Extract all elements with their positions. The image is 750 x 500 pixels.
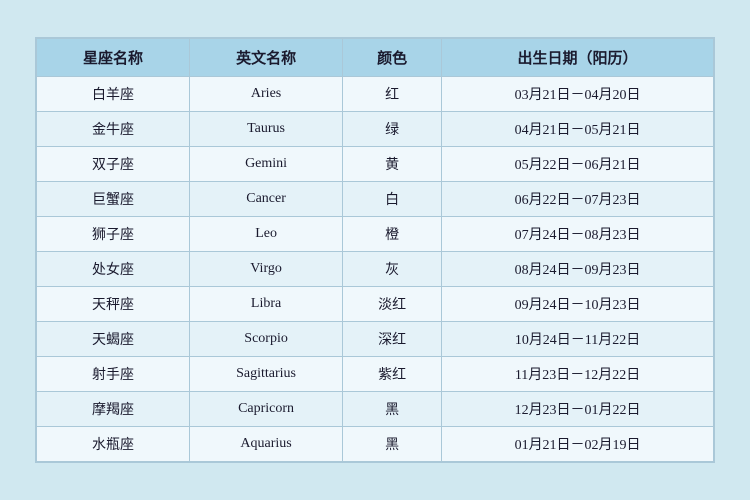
cell-color: 白 [343,182,442,217]
cell-chinese-name: 金牛座 [37,112,190,147]
cell-chinese-name: 白羊座 [37,77,190,112]
cell-color: 红 [343,77,442,112]
cell-birthdate: 03月21日－04月20日 [442,77,714,112]
cell-chinese-name: 双子座 [37,147,190,182]
table-body: 白羊座Aries红03月21日－04月20日金牛座Taurus绿04月21日－0… [37,77,714,462]
cell-color: 黄 [343,147,442,182]
zodiac-table-container: 星座名称 英文名称 颜色 出生日期（阳历） 白羊座Aries红03月21日－04… [35,37,715,463]
cell-english-name: Taurus [190,112,343,147]
cell-color: 绿 [343,112,442,147]
cell-chinese-name: 巨蟹座 [37,182,190,217]
table-row: 狮子座Leo橙07月24日－08月23日 [37,217,714,252]
table-row: 天秤座Libra淡红09月24日－10月23日 [37,287,714,322]
header-chinese-name: 星座名称 [37,39,190,77]
cell-english-name: Scorpio [190,322,343,357]
cell-color: 深红 [343,322,442,357]
cell-english-name: Gemini [190,147,343,182]
cell-english-name: Aries [190,77,343,112]
table-row: 双子座Gemini黄05月22日－06月21日 [37,147,714,182]
cell-birthdate: 10月24日－11月22日 [442,322,714,357]
cell-chinese-name: 处女座 [37,252,190,287]
cell-birthdate: 01月21日－02月19日 [442,427,714,462]
cell-color: 橙 [343,217,442,252]
cell-english-name: Capricorn [190,392,343,427]
cell-english-name: Leo [190,217,343,252]
cell-birthdate: 12月23日－01月22日 [442,392,714,427]
cell-english-name: Libra [190,287,343,322]
table-row: 金牛座Taurus绿04月21日－05月21日 [37,112,714,147]
cell-english-name: Virgo [190,252,343,287]
cell-chinese-name: 天秤座 [37,287,190,322]
cell-english-name: Cancer [190,182,343,217]
table-row: 巨蟹座Cancer白06月22日－07月23日 [37,182,714,217]
cell-color: 黑 [343,427,442,462]
table-row: 白羊座Aries红03月21日－04月20日 [37,77,714,112]
cell-birthdate: 07月24日－08月23日 [442,217,714,252]
cell-birthdate: 09月24日－10月23日 [442,287,714,322]
cell-birthdate: 11月23日－12月22日 [442,357,714,392]
cell-chinese-name: 射手座 [37,357,190,392]
header-color: 颜色 [343,39,442,77]
table-row: 天蝎座Scorpio深红10月24日－11月22日 [37,322,714,357]
cell-birthdate: 04月21日－05月21日 [442,112,714,147]
cell-color: 紫红 [343,357,442,392]
cell-color: 灰 [343,252,442,287]
header-birthdate: 出生日期（阳历） [442,39,714,77]
cell-english-name: Sagittarius [190,357,343,392]
cell-birthdate: 06月22日－07月23日 [442,182,714,217]
cell-color: 黑 [343,392,442,427]
table-header-row: 星座名称 英文名称 颜色 出生日期（阳历） [37,39,714,77]
table-row: 水瓶座Aquarius黑01月21日－02月19日 [37,427,714,462]
cell-birthdate: 08月24日－09月23日 [442,252,714,287]
zodiac-table: 星座名称 英文名称 颜色 出生日期（阳历） 白羊座Aries红03月21日－04… [36,38,714,462]
cell-chinese-name: 水瓶座 [37,427,190,462]
cell-english-name: Aquarius [190,427,343,462]
header-english-name: 英文名称 [190,39,343,77]
table-row: 摩羯座Capricorn黑12月23日－01月22日 [37,392,714,427]
cell-color: 淡红 [343,287,442,322]
cell-chinese-name: 摩羯座 [37,392,190,427]
cell-birthdate: 05月22日－06月21日 [442,147,714,182]
table-row: 射手座Sagittarius紫红11月23日－12月22日 [37,357,714,392]
cell-chinese-name: 狮子座 [37,217,190,252]
table-row: 处女座Virgo灰08月24日－09月23日 [37,252,714,287]
cell-chinese-name: 天蝎座 [37,322,190,357]
